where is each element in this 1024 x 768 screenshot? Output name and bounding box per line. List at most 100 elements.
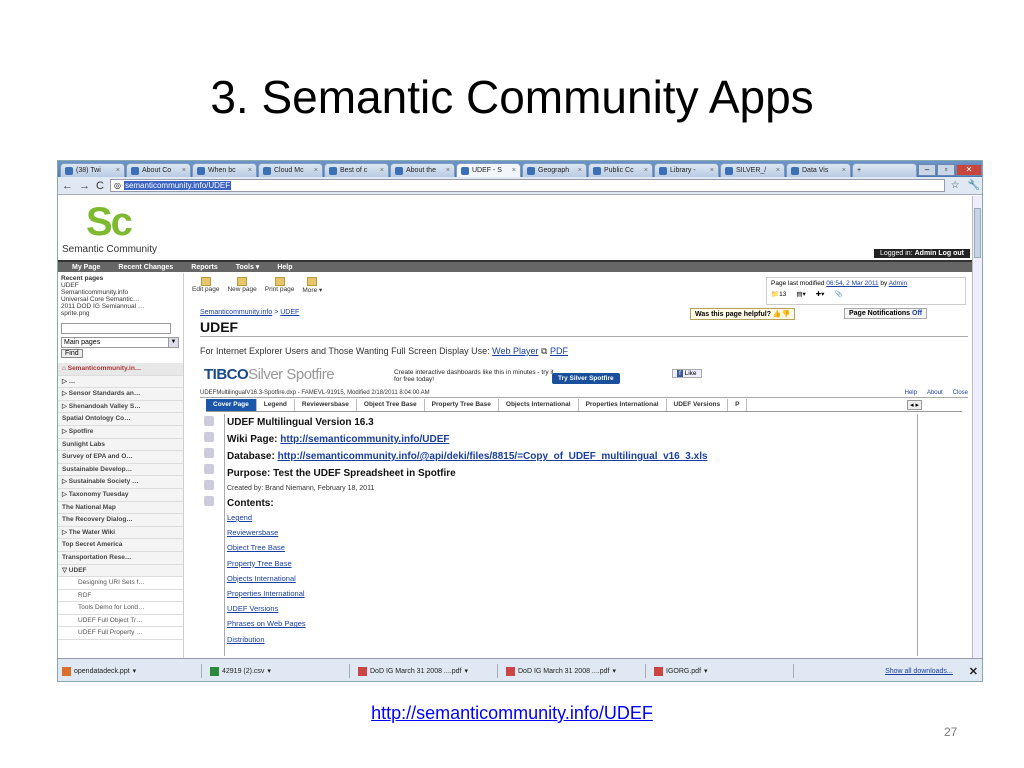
last-modified-date[interactable]: 06:54, 2 Mar 2011 [826,280,878,287]
last-modified-user[interactable]: Admin [889,280,907,287]
attach-icon[interactable]: 📎 [834,290,842,298]
try-spotfire-button[interactable]: Try Silver Spotfire [552,373,620,384]
database-link[interactable]: http://semanticommunity.info/@api/deki/f… [278,451,708,462]
page-scrollbar[interactable] [972,196,982,658]
sidebar-tree-item[interactable]: The National Map [58,501,183,515]
url-input[interactable]: ◎ semanticommunity.info/UDEF [109,179,945,192]
browser-tab[interactable]: About Co × [126,163,191,177]
forward-icon[interactable]: → [79,180,90,192]
sidebar-tree-item[interactable]: Survey of EPA and O… [58,451,183,464]
download-item[interactable]: IGORG.pdf ▾ [654,664,794,678]
tab-close-icon[interactable]: × [116,167,120,174]
menu-item[interactable]: My Page [72,264,100,271]
sidebar-tree-item[interactable]: ▷ … [58,375,183,389]
tab-close-icon[interactable]: × [644,167,648,174]
page-tool-button[interactable]: Print page [265,277,294,303]
contents-link[interactable]: Distribution [227,635,915,650]
download-item[interactable]: DoD IG March 31 2008 ....pdf ▾ [358,664,498,678]
logout-link[interactable]: Log out [938,250,964,257]
tab-scroll-buttons[interactable]: ◂ ▸ [907,400,922,410]
undo-icon[interactable] [204,432,214,442]
help-icon[interactable] [204,416,214,426]
chevron-down-icon[interactable]: ▾ [612,667,616,675]
maximize-button[interactable]: ▫ [937,164,955,176]
view-menu-icon[interactable]: ▤▾ [796,290,805,298]
sidebar-tree-item[interactable]: RDF [58,589,183,603]
spotfire-tab[interactable]: UDEF Versions [667,399,729,411]
find-button[interactable]: Find [61,349,83,358]
browser-tab[interactable]: Library - × [654,163,719,177]
sidebar-tree-item[interactable]: ▷ Sustainable Society … [58,476,183,489]
tab-close-icon[interactable]: × [512,167,516,174]
wrench-icon[interactable]: 🔧 [968,180,980,191]
namespace-select[interactable]: Main pages ▼ [61,337,179,348]
tab-close-icon[interactable]: × [578,167,582,174]
sidebar-tree-item[interactable]: Sunlight Labs [58,438,183,452]
download-item[interactable]: DoD IG March 31 2008 ....pdf ▾ [506,664,646,678]
logged-in-user[interactable]: Admin [915,250,937,257]
print-icon[interactable] [204,480,214,490]
chevron-down-icon[interactable]: ▾ [267,667,271,675]
browser-tab[interactable]: Public Cc × [588,163,653,177]
browser-tab[interactable]: Cloud Mc × [258,163,323,177]
menu-item[interactable]: Recent Changes [118,264,173,271]
tab-close-icon[interactable]: × [446,167,450,174]
menu-item[interactable]: Reports [191,264,217,271]
minimize-button[interactable]: – [918,164,936,176]
sidebar-tree-item[interactable]: ▷ The Water Wiki [58,526,183,540]
download-item[interactable]: 42919 (2).csv ▾ [210,664,350,678]
spotfire-tab[interactable]: Object Tree Base [357,399,425,411]
sidebar-tree-item[interactable]: The Recovery Dialog… [58,514,183,527]
star-icon[interactable]: ☆ [951,180,960,191]
tab-close-icon[interactable]: × [182,167,186,174]
menu-item[interactable]: Tools ▾ [236,263,260,271]
pdf-link[interactable]: PDF [550,346,568,356]
tab-close-icon[interactable]: × [776,167,780,174]
search-input[interactable] [61,323,171,334]
sidebar-tree-item[interactable]: UDEF Full Object Tr… [58,614,183,628]
help-link[interactable]: Help [905,390,917,396]
footer-link[interactable]: http://semanticommunity.info/UDEF [0,703,1024,724]
contents-link[interactable]: Phrases on Web Pages [227,619,915,634]
tab-close-icon[interactable]: × [842,167,846,174]
helpful-widget[interactable]: Was this page helpful? 👍👎 [690,308,796,320]
spotfire-tab[interactable]: P [728,399,748,411]
tab-close-icon[interactable]: × [710,167,714,174]
chevron-down-icon[interactable]: ▾ [464,667,468,675]
sidebar-tree-item[interactable]: ⌂ Semanticommunity.in… [58,363,183,376]
contents-link[interactable]: Legend [227,513,915,528]
export-icon[interactable] [204,496,214,506]
recent-page-link[interactable]: 2011 DOD IG Semiannual … [61,303,180,310]
spotfire-tab[interactable]: Legend [257,399,295,411]
contents-link[interactable]: Properties International [227,589,915,604]
tab-close-icon[interactable]: × [248,167,252,174]
contents-link[interactable]: UDEF Versions [227,604,915,619]
close-link[interactable]: Close [953,390,968,396]
spotfire-tab[interactable]: Cover Page [206,399,257,411]
sidebar-tree-item[interactable]: Tools Demo for Lond… [58,602,183,615]
browser-tab[interactable]: About the × [390,163,455,177]
tab-close-icon[interactable]: × [380,167,384,174]
search-icon[interactable] [204,448,214,458]
contents-link[interactable]: Property Tree Base [227,559,915,574]
logo-icon[interactable]: Sc [86,200,133,245]
spotfire-tab[interactable]: Objects International [499,399,579,411]
sidebar-tree-item[interactable]: ▷ Sensor Standards an… [58,388,183,401]
files-count[interactable]: 📁13 [771,290,786,298]
browser-tab[interactable]: Geograph × [522,163,587,177]
browser-tab[interactable]: When bc × [192,163,257,177]
chevron-down-icon[interactable]: ▾ [133,667,137,675]
sidebar-tree-item[interactable]: ▷ Taxonomy Tuesday [58,488,183,502]
close-downloads-icon[interactable]: ✕ [969,665,978,678]
contents-link[interactable]: Object Tree Base [227,543,915,558]
sidebar-tree-item[interactable]: ▷ Shenandoah Valley S… [58,400,183,414]
tags-icon[interactable]: ✚▾ [816,290,825,298]
page-notifications[interactable]: Page Notifications Off [844,308,928,319]
menu-item[interactable]: Help [277,264,292,271]
back-icon[interactable]: ← [62,180,73,192]
contents-link[interactable]: Objects International [227,574,915,589]
recent-page-link[interactable]: UDEF [61,282,180,289]
download-item[interactable]: opendatadeck.ppt ▾ [62,664,202,678]
sidebar-tree-item[interactable]: ▷ Spotfire [58,425,183,439]
sidebar-tree-item[interactable]: Sustainable Develop… [58,463,183,477]
